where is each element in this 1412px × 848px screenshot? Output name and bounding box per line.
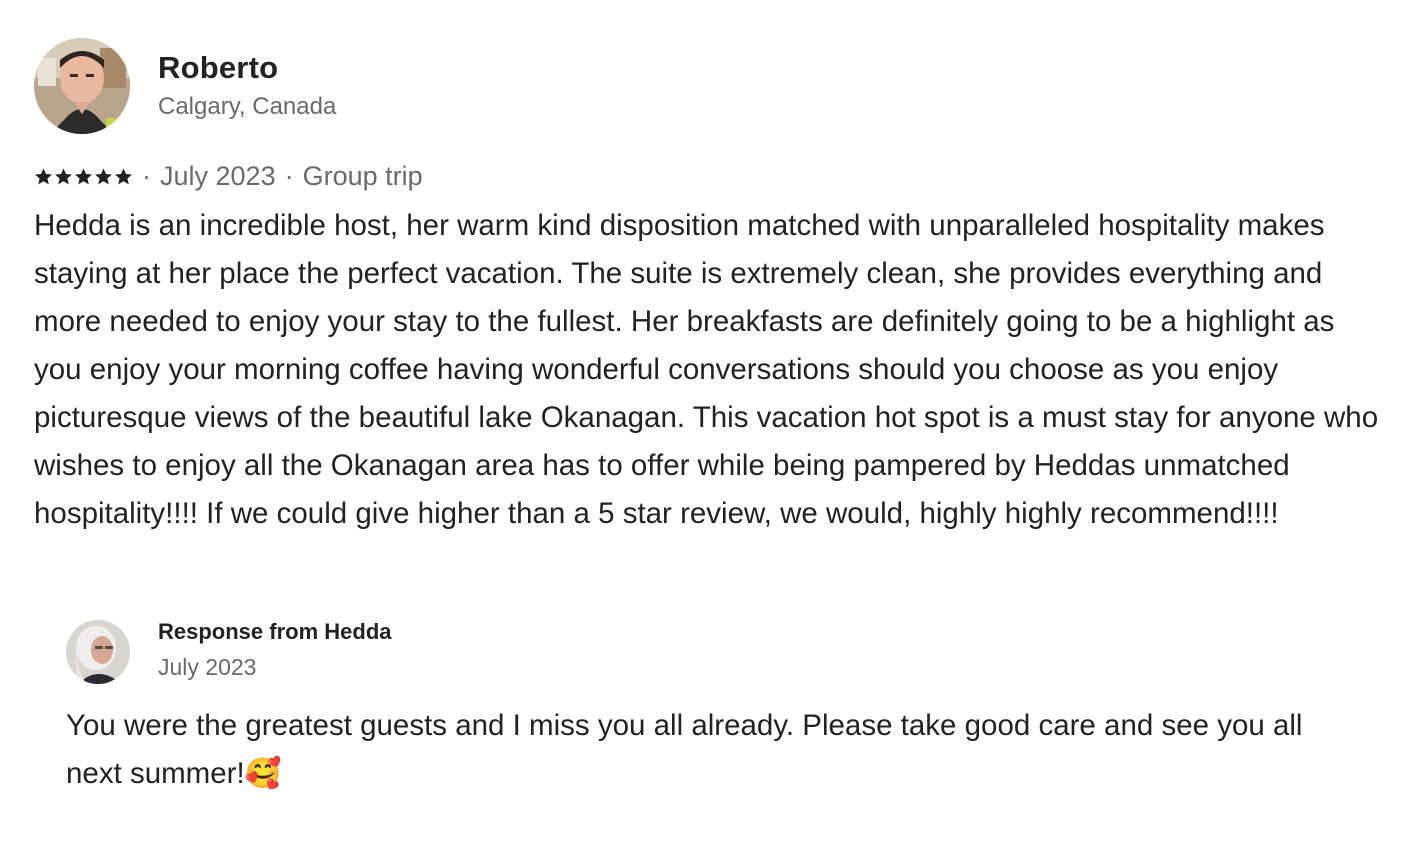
rating-stars — [34, 167, 133, 186]
review-card: Roberto Calgary, Canada · July 2023 · Gr… — [0, 0, 1412, 848]
reviewer-name[interactable]: Roberto — [158, 49, 336, 87]
meta-separator: · — [284, 161, 294, 191]
reviewer-header: Roberto Calgary, Canada — [34, 38, 336, 134]
response-title: Response from Hedda — [158, 619, 392, 644]
trip-type: Group trip — [302, 161, 423, 191]
response-date: July 2023 — [158, 654, 257, 680]
host-response-header: Response from Hedda July 2023 — [66, 619, 392, 684]
meta-separator: · — [142, 161, 151, 191]
reviewer-avatar[interactable] — [34, 38, 130, 134]
star-icon — [35, 167, 52, 184]
star-icon — [95, 167, 112, 184]
review-date: July 2023 — [160, 161, 276, 191]
star-icon — [55, 167, 72, 184]
star-icon — [115, 167, 132, 184]
reviewer-location: Calgary, Canada — [158, 93, 337, 120]
review-text: Hedda is an incredible host, her warm ki… — [34, 209, 1379, 530]
response-text: You were the greatest guests and I miss … — [66, 709, 1303, 790]
response-info: Response from Hedda July 2023 — [158, 619, 392, 682]
host-avatar[interactable] — [66, 620, 130, 684]
reviewer-info: Roberto Calgary, Canada — [158, 49, 336, 123]
review-meta: · July 2023 · Group trip — [34, 158, 423, 194]
star-icon — [75, 167, 92, 184]
